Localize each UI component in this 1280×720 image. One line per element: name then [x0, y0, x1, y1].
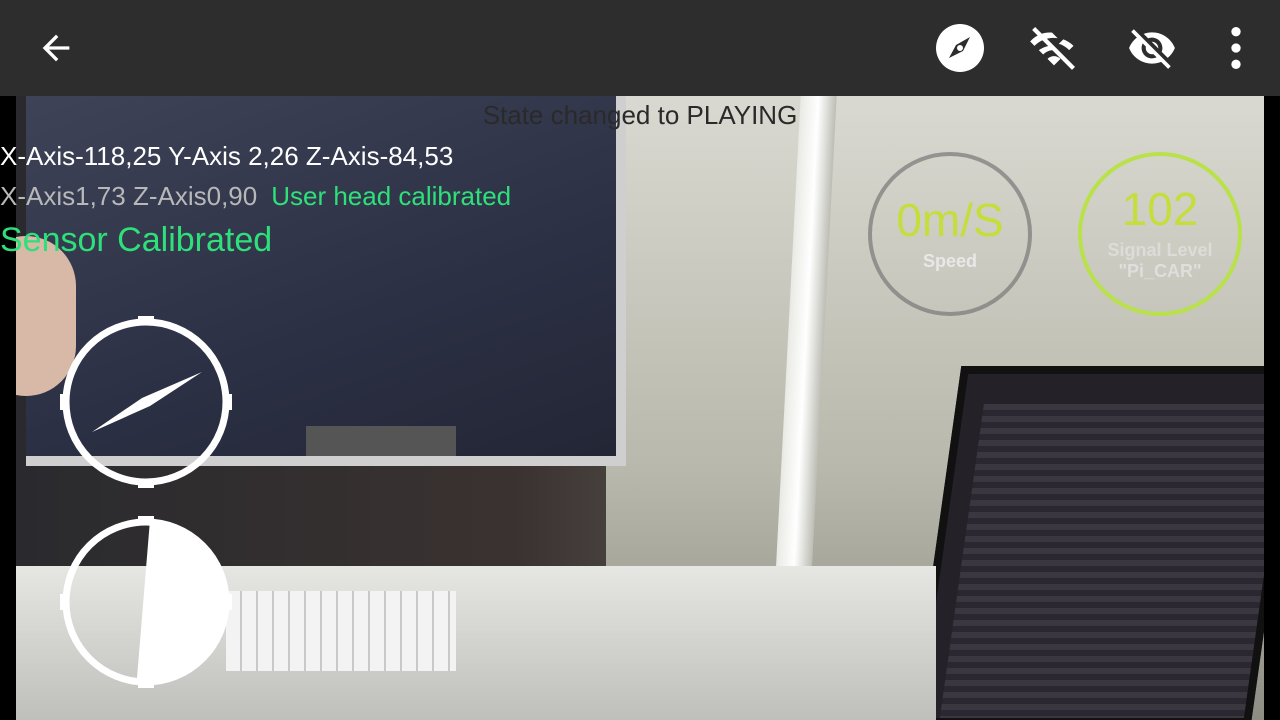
signal-label: Signal Level [1107, 240, 1213, 260]
speed-gauge: 0m/S Speed [868, 152, 1032, 316]
sensor-axis-readout: X-Axis1,73 Z-Axis0,90 User head calibrate… [0, 181, 511, 212]
signal-value: 102 [1121, 183, 1199, 235]
back-button[interactable] [28, 20, 84, 76]
heading-indicator [58, 314, 234, 490]
feed-laptop-screen [939, 404, 1264, 718]
heading-dial-icon [60, 316, 232, 488]
feed-monitor-stand [306, 426, 456, 456]
user-calibrated-status: User head calibrated [271, 181, 512, 211]
wifi-off-icon [1030, 26, 1076, 70]
stream-state-text: State changed to PLAYING [482, 100, 798, 130]
more-options-button[interactable] [1208, 20, 1264, 76]
arrow-back-icon [42, 34, 70, 62]
attitude-indicator [58, 514, 234, 690]
compass-button[interactable] [932, 20, 988, 76]
eye-off-icon [1129, 29, 1175, 69]
feed-keyboard [226, 591, 456, 671]
more-vert-icon [1231, 27, 1241, 69]
speed-label: Speed [922, 250, 978, 271]
feed-laptop [910, 366, 1264, 720]
attitude-dial-icon [60, 516, 232, 688]
head-axis-readout: X-Axis-118,25 Y-Axis 2,26 Z-Axis-84,53 [0, 141, 454, 171]
top-toolbar [0, 0, 1280, 96]
wifi-button[interactable] [1026, 20, 1082, 76]
compass-icon [936, 24, 984, 72]
speed-value: 0m/S [896, 193, 1004, 246]
signal-gauge: 102 Signal Level "Pi_CAR" [1078, 152, 1242, 316]
visibility-button[interactable] [1124, 20, 1180, 76]
sensor-axis-values: X-Axis1,73 Z-Axis0,90 [0, 181, 258, 211]
network-name: "Pi_CAR" [1118, 261, 1202, 281]
sensor-calibrated-status: Sensor Calibrated [0, 221, 273, 259]
